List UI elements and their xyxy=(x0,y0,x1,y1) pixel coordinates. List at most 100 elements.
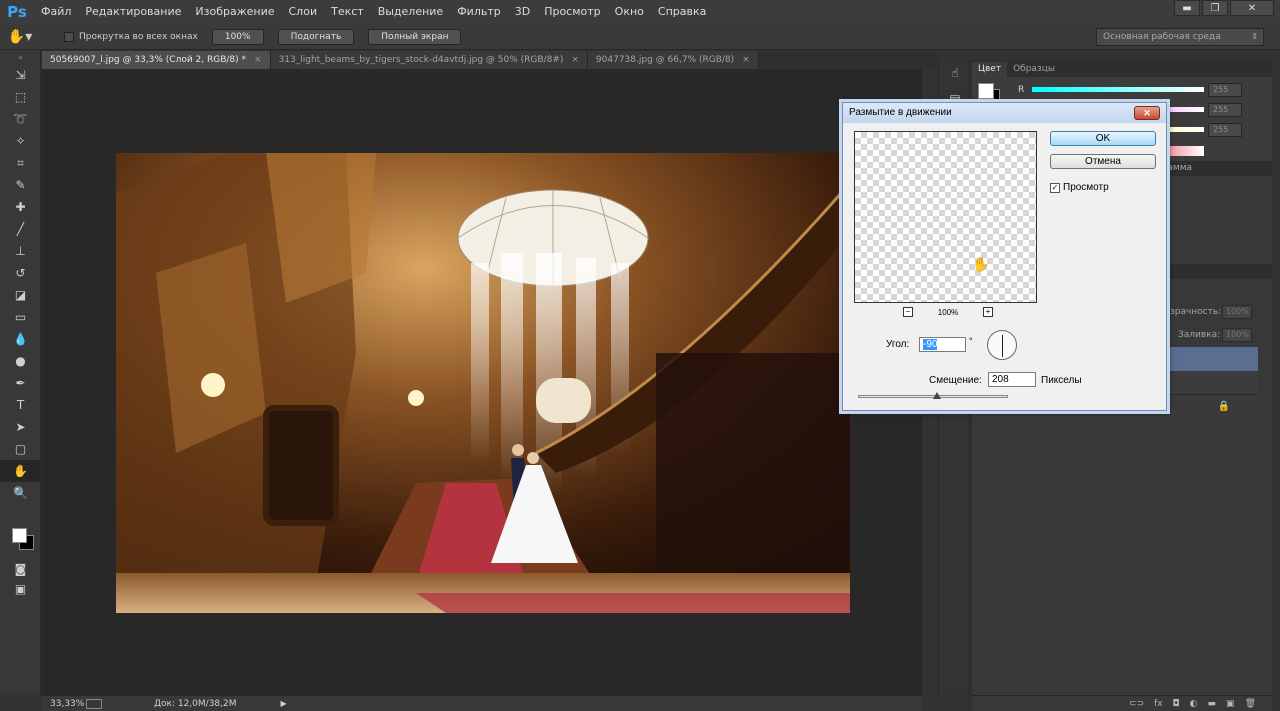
opacity-value[interactable]: 100% xyxy=(1222,305,1252,319)
marquee-tool-icon[interactable]: ⬚ xyxy=(0,86,41,108)
lasso-tool-icon[interactable]: ➰ xyxy=(0,108,41,130)
foreground-color-swatch[interactable] xyxy=(978,83,994,99)
delete-layer-icon[interactable]: 🗑 xyxy=(1245,699,1256,709)
zoom-in-button[interactable]: + xyxy=(983,307,993,317)
checkbox-box[interactable] xyxy=(64,31,74,42)
tab-swatches[interactable]: Образцы xyxy=(1007,62,1061,77)
channel-b-value[interactable]: 255 xyxy=(1208,123,1242,137)
menu-window[interactable]: Окно xyxy=(608,0,651,24)
color-panel-tabs: Цвет Образцы xyxy=(972,60,1272,77)
hand-tool-preset-icon[interactable]: ✋▾ xyxy=(0,24,40,50)
move-tool-icon[interactable]: ⇲ xyxy=(0,64,41,86)
blur-tool-icon[interactable]: 💧 xyxy=(0,328,41,350)
screen-mode-icon[interactable]: ▣ xyxy=(0,578,41,600)
zoom-out-button[interactable]: − xyxy=(903,307,913,317)
clone-stamp-tool-icon[interactable]: ⊥ xyxy=(0,240,41,262)
fill-label: Заливка: xyxy=(1178,330,1221,340)
minimize-button[interactable]: ▬ xyxy=(1174,0,1200,16)
history-panel-icon[interactable]: ☝ xyxy=(939,60,971,86)
new-group-icon[interactable]: ▬ xyxy=(1208,699,1217,709)
layer-style-icon[interactable]: fx xyxy=(1154,699,1163,709)
menu-image[interactable]: Изображение xyxy=(188,0,281,24)
dialog-titlebar[interactable]: Размытие в движении ✕ xyxy=(843,103,1166,123)
angle-dial-needle xyxy=(1002,335,1003,357)
healing-brush-tool-icon[interactable]: ✚ xyxy=(0,196,41,218)
path-select-tool-icon[interactable]: ➤ xyxy=(0,416,41,438)
chevron-down-icon: ⇕ xyxy=(1251,32,1258,41)
menu-select[interactable]: Выделение xyxy=(371,0,451,24)
menu-view[interactable]: Просмотр xyxy=(537,0,607,24)
canvas-area[interactable] xyxy=(42,69,922,695)
crop-tool-icon[interactable]: ⌗ xyxy=(0,152,41,174)
menu-help[interactable]: Справка xyxy=(651,0,713,24)
add-mask-icon[interactable]: ◘ xyxy=(1173,699,1180,709)
zoom-tool-icon[interactable]: 🔍 xyxy=(0,482,41,504)
dialog-close-button[interactable]: ✕ xyxy=(1134,106,1160,120)
zoom-100-button[interactable]: 100% xyxy=(211,28,264,45)
type-tool-icon[interactable]: T xyxy=(0,394,41,416)
ok-button[interactable]: OK xyxy=(1050,131,1156,146)
history-brush-tool-icon[interactable]: ↺ xyxy=(0,262,41,284)
close-icon[interactable]: × xyxy=(742,51,750,69)
doc-size: Док: 12,0M/38,2M xyxy=(154,698,237,709)
quick-select-tool-icon[interactable]: ✧ xyxy=(0,130,41,152)
window-controls: ▬ ❐ ✕ xyxy=(1174,0,1274,16)
distance-unit: Пикселы xyxy=(1041,375,1082,386)
scroll-all-label: Прокрутка во всех окнах xyxy=(79,31,198,42)
eraser-tool-icon[interactable]: ◪ xyxy=(0,284,41,306)
fill-value[interactable]: 100% xyxy=(1222,328,1252,342)
menu-filter[interactable]: Фильтр xyxy=(450,0,508,24)
workspace-select[interactable]: Основная рабочая среда ⇕ xyxy=(1096,28,1264,46)
quick-mask-icon[interactable]: ◙ xyxy=(0,558,41,580)
status-menu-arrow-icon[interactable]: ▶ xyxy=(281,699,287,708)
channel-g-value[interactable]: 255 xyxy=(1208,103,1242,117)
menu-layers[interactable]: Слои xyxy=(282,0,325,24)
close-icon[interactable]: × xyxy=(254,51,262,69)
doc-tab[interactable]: 50569007_l.jpg @ 33,3% (Слой 2, RGB/8) *… xyxy=(42,51,271,69)
angle-dial[interactable] xyxy=(987,330,1017,360)
cancel-button[interactable]: Отмена xyxy=(1050,154,1156,169)
doc-tab[interactable]: 313_light_beams_by_tigers_stock-d4avtdj.… xyxy=(270,51,588,69)
shape-tool-icon[interactable]: ▢ xyxy=(0,438,41,460)
status-bar: 33,33% Док: 12,0M/38,2M ▶ xyxy=(42,695,922,711)
tab-color[interactable]: Цвет xyxy=(972,62,1008,77)
close-icon[interactable]: × xyxy=(571,51,579,69)
fit-screen-button[interactable]: Подогнать xyxy=(277,28,355,45)
link-layers-icon[interactable]: ⊂⊃ xyxy=(1129,699,1144,709)
gradient-tool-icon[interactable]: ▭ xyxy=(0,306,41,328)
doc-tab-label: 313_light_beams_by_tigers_stock-d4avtdj.… xyxy=(278,55,564,65)
brush-tool-icon[interactable]: ╱ xyxy=(0,218,41,240)
filter-preview[interactable]: ✋ xyxy=(854,131,1037,303)
checkmark-icon[interactable]: ✓ xyxy=(1050,182,1060,193)
angle-input[interactable]: -90 xyxy=(919,337,966,352)
scroll-all-windows-checkbox[interactable]: Прокрутка во всех окнах xyxy=(64,31,198,42)
distance-slider-thumb[interactable] xyxy=(933,392,941,399)
menu-3d[interactable]: 3D xyxy=(508,0,537,24)
menu-type[interactable]: Текст xyxy=(324,0,371,24)
eyedropper-tool-icon[interactable]: ✎ xyxy=(0,174,41,196)
angle-value: -90 xyxy=(923,339,938,350)
status-preview-icon[interactable] xyxy=(86,698,102,709)
foreground-color-swatch[interactable] xyxy=(12,528,27,543)
doc-tab[interactable]: 9047738.jpg @ 66,7% (RGB/8) × xyxy=(587,51,759,69)
document-image[interactable] xyxy=(116,153,850,613)
menu-bar: Ps Файл Редактирование Изображение Слои … xyxy=(0,0,1280,24)
new-layer-icon[interactable]: ▣ xyxy=(1226,699,1235,709)
adjustment-layer-icon[interactable]: ◐ xyxy=(1190,699,1198,709)
hand-tool-icon[interactable]: ✋ xyxy=(0,460,41,482)
panel-collapse-icon[interactable]: » xyxy=(0,50,41,64)
dodge-tool-icon[interactable]: ● xyxy=(0,350,41,372)
distance-input[interactable]: 208 xyxy=(988,372,1036,387)
zoom-level[interactable]: 33,33% xyxy=(42,699,86,709)
channel-r-value[interactable]: 255 xyxy=(1208,83,1242,97)
tools-panel: » ⇲ ⬚ ➰ ✧ ⌗ ✎ ✚ ╱ ⊥ ↺ ◪ ▭ 💧 ● ✒ T ➤ ▢ ✋ … xyxy=(0,50,41,695)
preview-checkbox[interactable]: ✓ Просмотр xyxy=(1050,182,1109,193)
restore-button[interactable]: ❐ xyxy=(1202,0,1228,16)
opacity-label: зрачность: xyxy=(1170,307,1222,317)
pen-tool-icon[interactable]: ✒ xyxy=(0,372,41,394)
close-window-button[interactable]: ✕ xyxy=(1230,0,1274,16)
menu-file[interactable]: Файл xyxy=(34,0,78,24)
fill-screen-button[interactable]: Полный экран xyxy=(368,28,462,45)
channel-r-slider[interactable] xyxy=(1032,87,1204,92)
menu-edit[interactable]: Редактирование xyxy=(78,0,188,24)
